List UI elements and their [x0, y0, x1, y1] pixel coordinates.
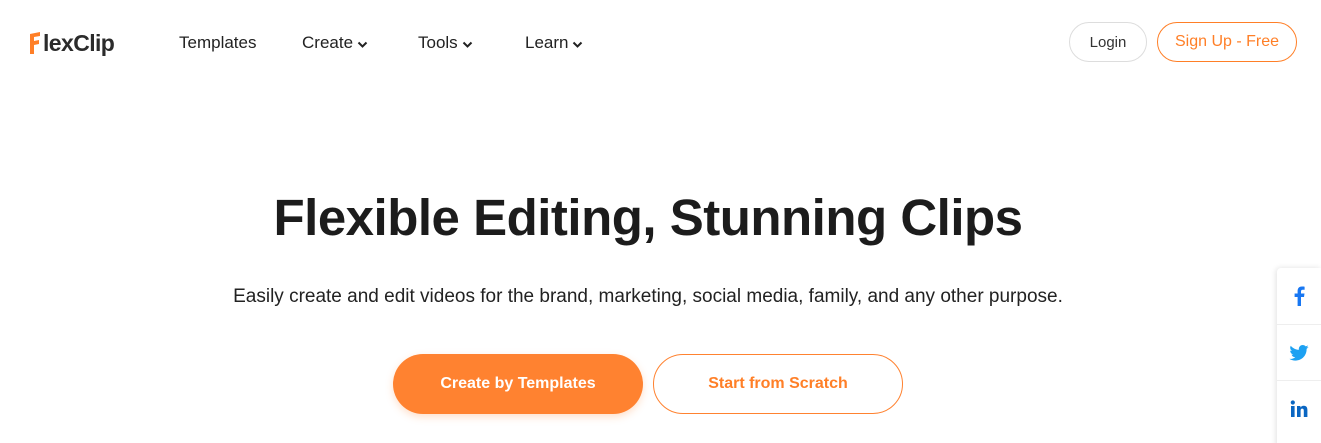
linkedin-icon — [1290, 399, 1308, 417]
chevron-down-icon — [573, 41, 583, 48]
share-twitter-button[interactable] — [1277, 324, 1321, 380]
logo-text-lex: lex — [43, 29, 74, 56]
flexclip-logo-f-icon — [30, 32, 40, 54]
hero-title: Flexible Editing, Stunning Clips — [273, 189, 1024, 246]
nav-tools-label: Tools — [418, 33, 458, 52]
nav-learn-label: Learn — [525, 33, 569, 52]
share-linkedin-button[interactable] — [1277, 380, 1321, 436]
start-from-scratch-button[interactable]: Start from Scratch — [653, 354, 903, 414]
flexclip-logo[interactable]: lexClip — [28, 27, 115, 59]
login-button[interactable]: Login — [1069, 22, 1147, 62]
nav-create[interactable]: Create — [302, 31, 368, 55]
nav-learn[interactable]: Learn — [525, 31, 583, 55]
share-facebook-button[interactable] — [1277, 268, 1321, 324]
facebook-icon — [1294, 286, 1305, 306]
hero-subtitle: Easily create and edit videos for the br… — [233, 286, 1063, 307]
signup-button[interactable]: Sign Up - Free — [1157, 22, 1297, 62]
site-header: lexClip Templates Create Tools Learn Log… — [0, 0, 1321, 84]
logo-wordmark: lexClip — [43, 29, 115, 57]
nav-templates-label: Templates — [179, 33, 257, 52]
nav-create-label: Create — [302, 33, 354, 52]
chevron-down-icon — [462, 41, 472, 48]
logo-text-clip: Clip — [73, 29, 115, 56]
page: lexClip Templates Create Tools Learn Log… — [0, 0, 1321, 443]
chevron-down-icon — [357, 41, 368, 48]
nav-templates[interactable]: Templates — [179, 31, 256, 55]
twitter-icon — [1289, 344, 1309, 361]
social-share-bar — [1277, 268, 1321, 443]
nav-tools[interactable]: Tools — [418, 31, 473, 55]
create-by-templates-button[interactable]: Create by Templates — [393, 354, 643, 414]
